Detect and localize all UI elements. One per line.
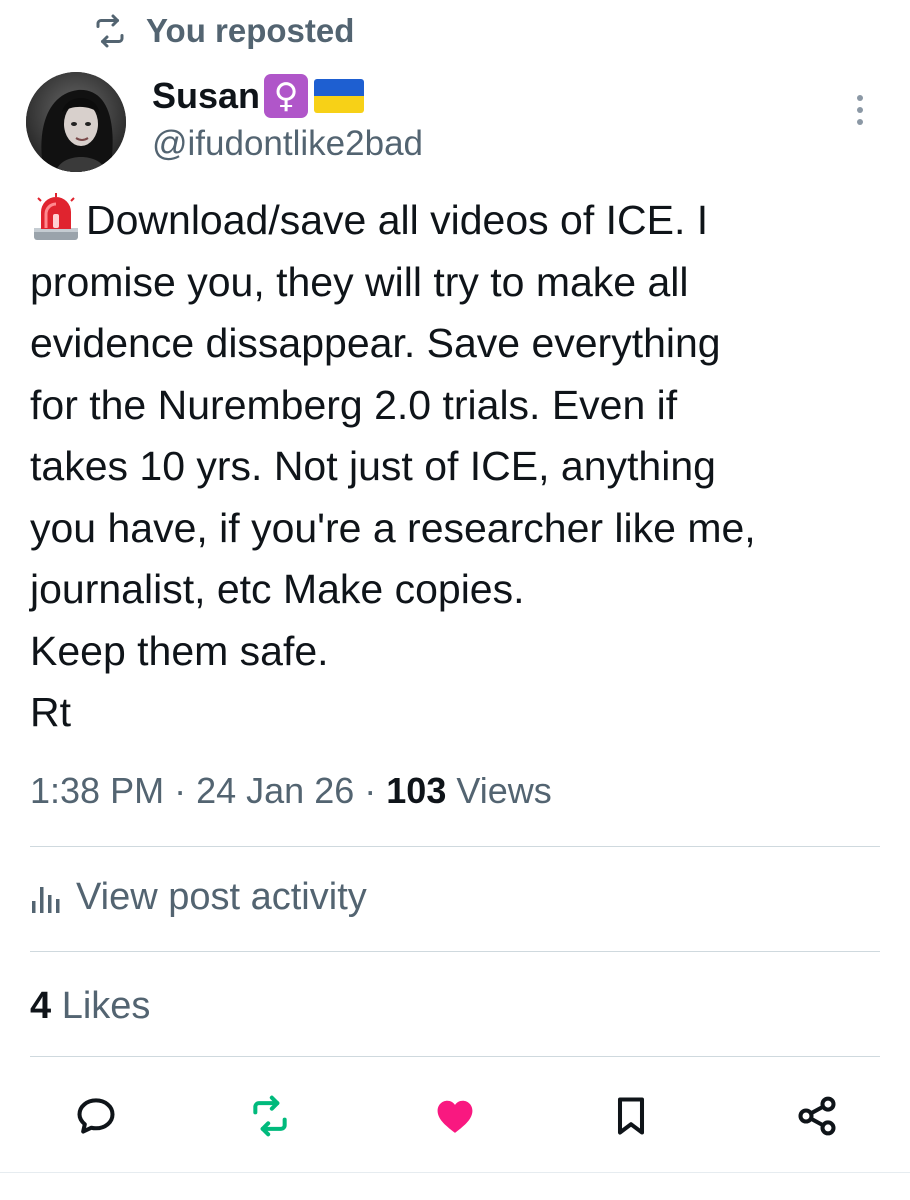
more-options-button[interactable] — [845, 90, 875, 130]
divider — [30, 846, 880, 847]
post-text-line: takes 10 yrs. Not just of ICE, anything — [30, 443, 716, 489]
view-post-activity-label: View post activity — [76, 876, 367, 918]
dot-icon — [857, 119, 863, 125]
share-button[interactable] — [789, 1088, 845, 1144]
post-text-line: Rt — [30, 689, 71, 735]
post-date[interactable]: 24 Jan 26 — [196, 770, 354, 811]
repost-button[interactable] — [242, 1088, 298, 1144]
post-text-line: journalist, etc Make copies. — [30, 566, 525, 612]
post-detail-view: You reposted Susan ♀ @ifudontlike2bad Do… — [0, 0, 910, 1200]
post-text-line: promise you, they will try to make all — [30, 258, 689, 305]
author-name-row[interactable]: Susan ♀ — [152, 74, 365, 118]
reply-icon — [77, 1098, 115, 1134]
heart-icon — [437, 1100, 473, 1133]
likes-label: Likes — [61, 985, 151, 1027]
views-count: 103 — [386, 770, 447, 811]
likes-count: 4 — [30, 985, 52, 1027]
divider — [0, 1172, 910, 1173]
action-bar — [0, 1088, 910, 1144]
bookmark-icon — [617, 1097, 645, 1135]
views-label: Views — [456, 770, 552, 811]
repost-icon — [96, 14, 124, 48]
police-siren-emoji — [34, 193, 78, 240]
repost-banner: You reposted — [92, 12, 354, 50]
post-meta: 1:38 PM · 24 Jan 26 · 103 Views — [30, 770, 552, 812]
author-name[interactable]: Susan — [152, 75, 260, 117]
repost-banner-text: You reposted — [146, 12, 355, 49]
meta-separator: · — [364, 770, 377, 811]
post-text: Download/save all videos of ICE. I promi… — [30, 190, 900, 744]
post-time[interactable]: 1:38 PM — [30, 770, 164, 811]
repost-icon — [253, 1095, 287, 1137]
divider — [30, 951, 880, 952]
avatar[interactable] — [26, 72, 126, 172]
divider — [30, 1056, 880, 1057]
likes-count-link[interactable]: 4 Likes — [30, 985, 150, 1028]
bookmark-button[interactable] — [603, 1088, 659, 1144]
bar-chart-icon — [32, 886, 60, 913]
author-handle[interactable]: @ifudontlike2bad — [152, 124, 423, 164]
dot-icon — [857, 95, 863, 101]
female-sign-emoji: ♀ — [264, 74, 309, 118]
post-text-line: you have, if you're a researcher like me… — [30, 504, 756, 551]
post-text-line: Keep them safe. — [30, 627, 329, 674]
post-text-line: Download/save all videos of ICE. I — [30, 190, 900, 252]
like-button[interactable] — [427, 1088, 483, 1144]
ukraine-flag-emoji — [314, 79, 365, 113]
post-text-line: for the Nuremberg 2.0 trials. Even if — [30, 381, 678, 428]
dot-icon — [857, 107, 863, 113]
post-text-line: evidence dissappear. Save everything — [30, 320, 721, 366]
meta-separator: · — [174, 770, 187, 811]
share-icon — [798, 1096, 836, 1136]
reply-button[interactable] — [68, 1088, 124, 1144]
view-post-activity-link[interactable]: View post activity — [30, 876, 367, 919]
